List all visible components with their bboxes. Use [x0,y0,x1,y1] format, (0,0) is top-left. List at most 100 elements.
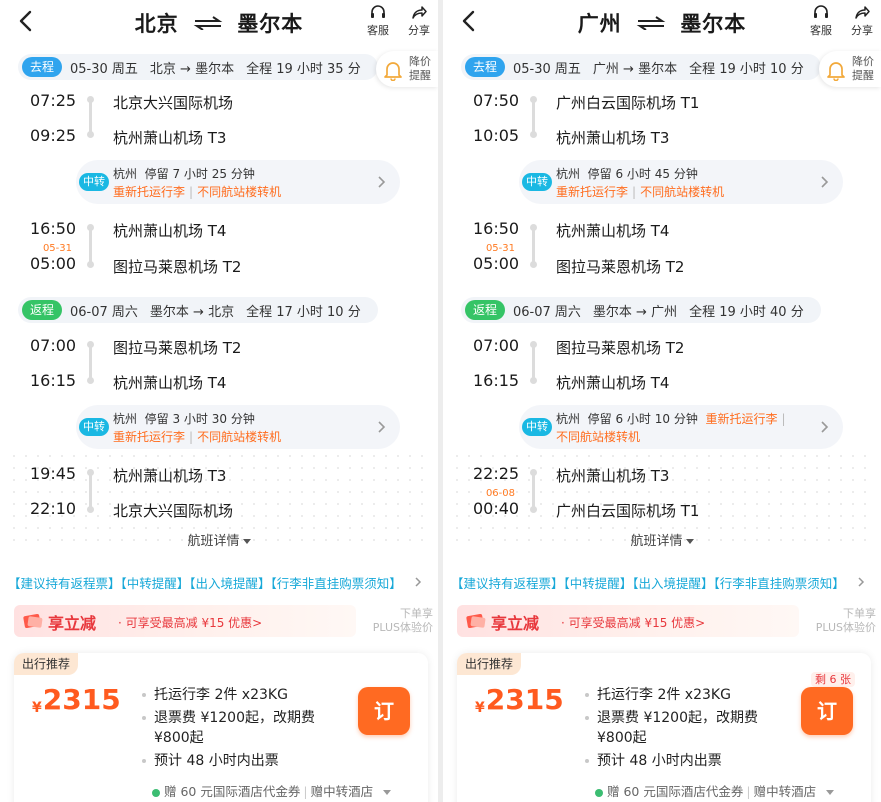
transfer-info-row[interactable]: 中转 杭州 停留 6 小时 45 分钟 重新托运行李 | 不同航站楼转机 [519,160,843,204]
transfer-badge: 中转 [79,173,109,191]
gift-icon [595,788,603,797]
coupon-icon [22,611,44,631]
price-alert-button[interactable]: 降价 提醒 [819,51,881,87]
outbound-date: 05-30 周五 [70,62,138,77]
price-alert-line2: 提醒 [409,69,431,82]
promo-subtitle: · 可享受最高减 ¥15 优惠> [118,616,263,630]
transfer-badge: 中转 [79,418,109,436]
transfer-info-row[interactable]: 中转 杭州 停留 6 小时 10 分钟 重新托运行李 | 不同航站楼转机 [519,405,843,449]
mid-arr-airport: 杭州萧山机场 T4 [556,374,670,392]
instant-discount-banner[interactable]: 享立减 · 可享受最高减 ¥15 优惠> [457,605,799,637]
arr-time: 00:40 [473,499,520,518]
dep-time: 07:50 [473,91,520,110]
flight-details-toggle[interactable]: 航班详情 [0,530,438,549]
customer-service-label: 客服 [367,24,389,37]
header: 广州 墨尔本 客服 分享 [443,0,881,44]
promo-title: 享立减 [491,614,540,633]
origin-city: 北京 [134,12,179,36]
price-amount: 2315 [485,683,564,716]
share-icon [412,6,427,19]
timeline-line [89,345,92,380]
transfer-note-line: 重新托运行李 | 不同航站楼转机 [113,185,282,199]
arr-airport: 广州白云国际机场 T1 [556,502,700,520]
flight-details-label: 航班详情 [187,534,240,549]
flight-details-label: 航班详情 [630,534,683,549]
timeline-line [89,100,92,134]
arr-time: 22:10 [30,499,77,518]
arr-airport: 图拉马莱恩机场 T2 [113,258,242,276]
gift-icon [152,788,160,797]
gift-info[interactable]: 赠 60 元国际酒店代金券 | 赠中转酒店 [152,781,392,800]
chevron-right-icon[interactable] [414,576,422,588]
plus-line2: PLUS体验价 [815,621,876,634]
transfer-note-terminal: 不同航站楼转机 [197,430,282,444]
timeline-dot [87,506,94,513]
timeline-line [532,473,535,509]
plus-line1: 下单享 [843,607,876,620]
outbound-date: 05-30 周五 [513,62,581,77]
caret-down-icon [383,790,392,795]
outbound-summary: 去程 05-30 周五 北京 → 墨尔本 全程 19 小时 35 分 [18,54,378,80]
mid-dep-time: 16:50 [30,219,77,238]
caret-down-icon [826,790,835,795]
mid-arr-airport: 杭州萧山机场 T3 [113,129,227,147]
timeline-dot [530,377,537,384]
return-route: 墨尔本 → 广州 [592,305,678,320]
swap-arrows-icon [636,16,666,30]
chevron-right-icon [376,174,386,190]
book-button[interactable]: 订 [801,687,853,735]
timeline-line [89,228,92,264]
fare-price: ¥2315 [32,683,121,716]
bell-icon [384,62,402,81]
transfer-badge: 中转 [522,418,552,436]
price-amount: 2315 [42,683,121,716]
gift-info[interactable]: 赠 60 元国际酒店代金券 | 赠中转酒店 [595,781,835,800]
transfer-note-line: 重新托运行李 | 不同航站楼转机 [556,185,725,199]
return-route: 墨尔本 → 北京 [149,305,235,320]
return-info: 06-07 周六 墨尔本 → 北京 全程 17 小时 10 分 [70,301,373,320]
transfer-note-baggage: 重新托运行李 [705,412,778,426]
feature-baggage: 托运行李 2件 x23KG [585,685,797,705]
dep-time: 07:25 [30,91,77,110]
timeline-dot [530,506,537,513]
dep-airport: 北京大兴国际机场 [113,94,234,112]
transfer-info-row[interactable]: 中转 杭州 停留 7 小时 25 分钟 重新托运行李 | 不同航站楼转机 [76,160,400,204]
transfer-note-line: 重新托运行李 | 不同航站楼转机 [113,430,282,444]
timeline-line [532,100,535,134]
seats-remaining-badge: 剩 6 张 [811,672,855,687]
outbound-duration: 全程 19 小时 10 分 [689,62,804,77]
promo-title: 享立减 [48,614,97,633]
mid-arr-time: 10:05 [473,126,520,145]
outbound-tag: 去程 [22,57,62,77]
notice-links[interactable]: 【建议持有返程票】【中转提醒】【出入境提醒】【行李非直挂购票须知】 [8,573,428,592]
header: 北京 墨尔本 客服 分享 [0,0,438,44]
customer-service-button[interactable]: 客服 [804,4,838,38]
flight-details-toggle[interactable]: 航班详情 [443,530,881,549]
notice-links[interactable]: 【建议持有返程票】【中转提醒】【出入境提醒】【行李非直挂购票须知】 [451,573,871,592]
plus-line1: 下单享 [400,607,433,620]
transfer-info-row[interactable]: 中转 杭州 停留 3 小时 30 分钟 重新托运行李 | 不同航站楼转机 [76,405,400,449]
instant-discount-banner[interactable]: 享立减 · 可享受最高减 ¥15 优惠> [14,605,356,637]
share-button[interactable]: 分享 [845,4,879,38]
itinerary-panel-beijing: 北京 墨尔本 客服 分享 去程 05-30 周五 北京 → 墨尔本 全程 19 小时… [0,0,438,802]
share-button[interactable]: 分享 [402,4,436,38]
price-alert-button[interactable]: 降价 提醒 [376,51,438,87]
headset-icon [371,5,385,18]
mid-dep-airport: 杭州萧山机场 T3 [556,467,670,485]
transfer-note-baggage: 重新托运行李 [113,185,186,199]
bell-icon [827,62,845,81]
book-button[interactable]: 订 [358,687,410,735]
dep-airport: 图拉马莱恩机场 T2 [556,339,685,357]
transfer-badge: 中转 [522,173,552,191]
destination-city: 墨尔本 [680,12,747,36]
price-alert-line1: 降价 [409,55,431,68]
currency-symbol: ¥ [475,700,485,716]
timeline-dot [530,131,537,138]
timeline-dot [530,261,537,268]
chevron-right-icon[interactable] [857,576,865,588]
coupon-icon [465,611,487,631]
fare-card: 出行推荐 ¥2315 托运行李 2件 x23KG 退票费 ¥1200起，改期费 … [14,653,428,802]
customer-service-button[interactable]: 客服 [361,4,395,38]
fare-price: ¥2315 [475,683,564,716]
return-duration: 全程 19 小时 40 分 [689,305,804,320]
